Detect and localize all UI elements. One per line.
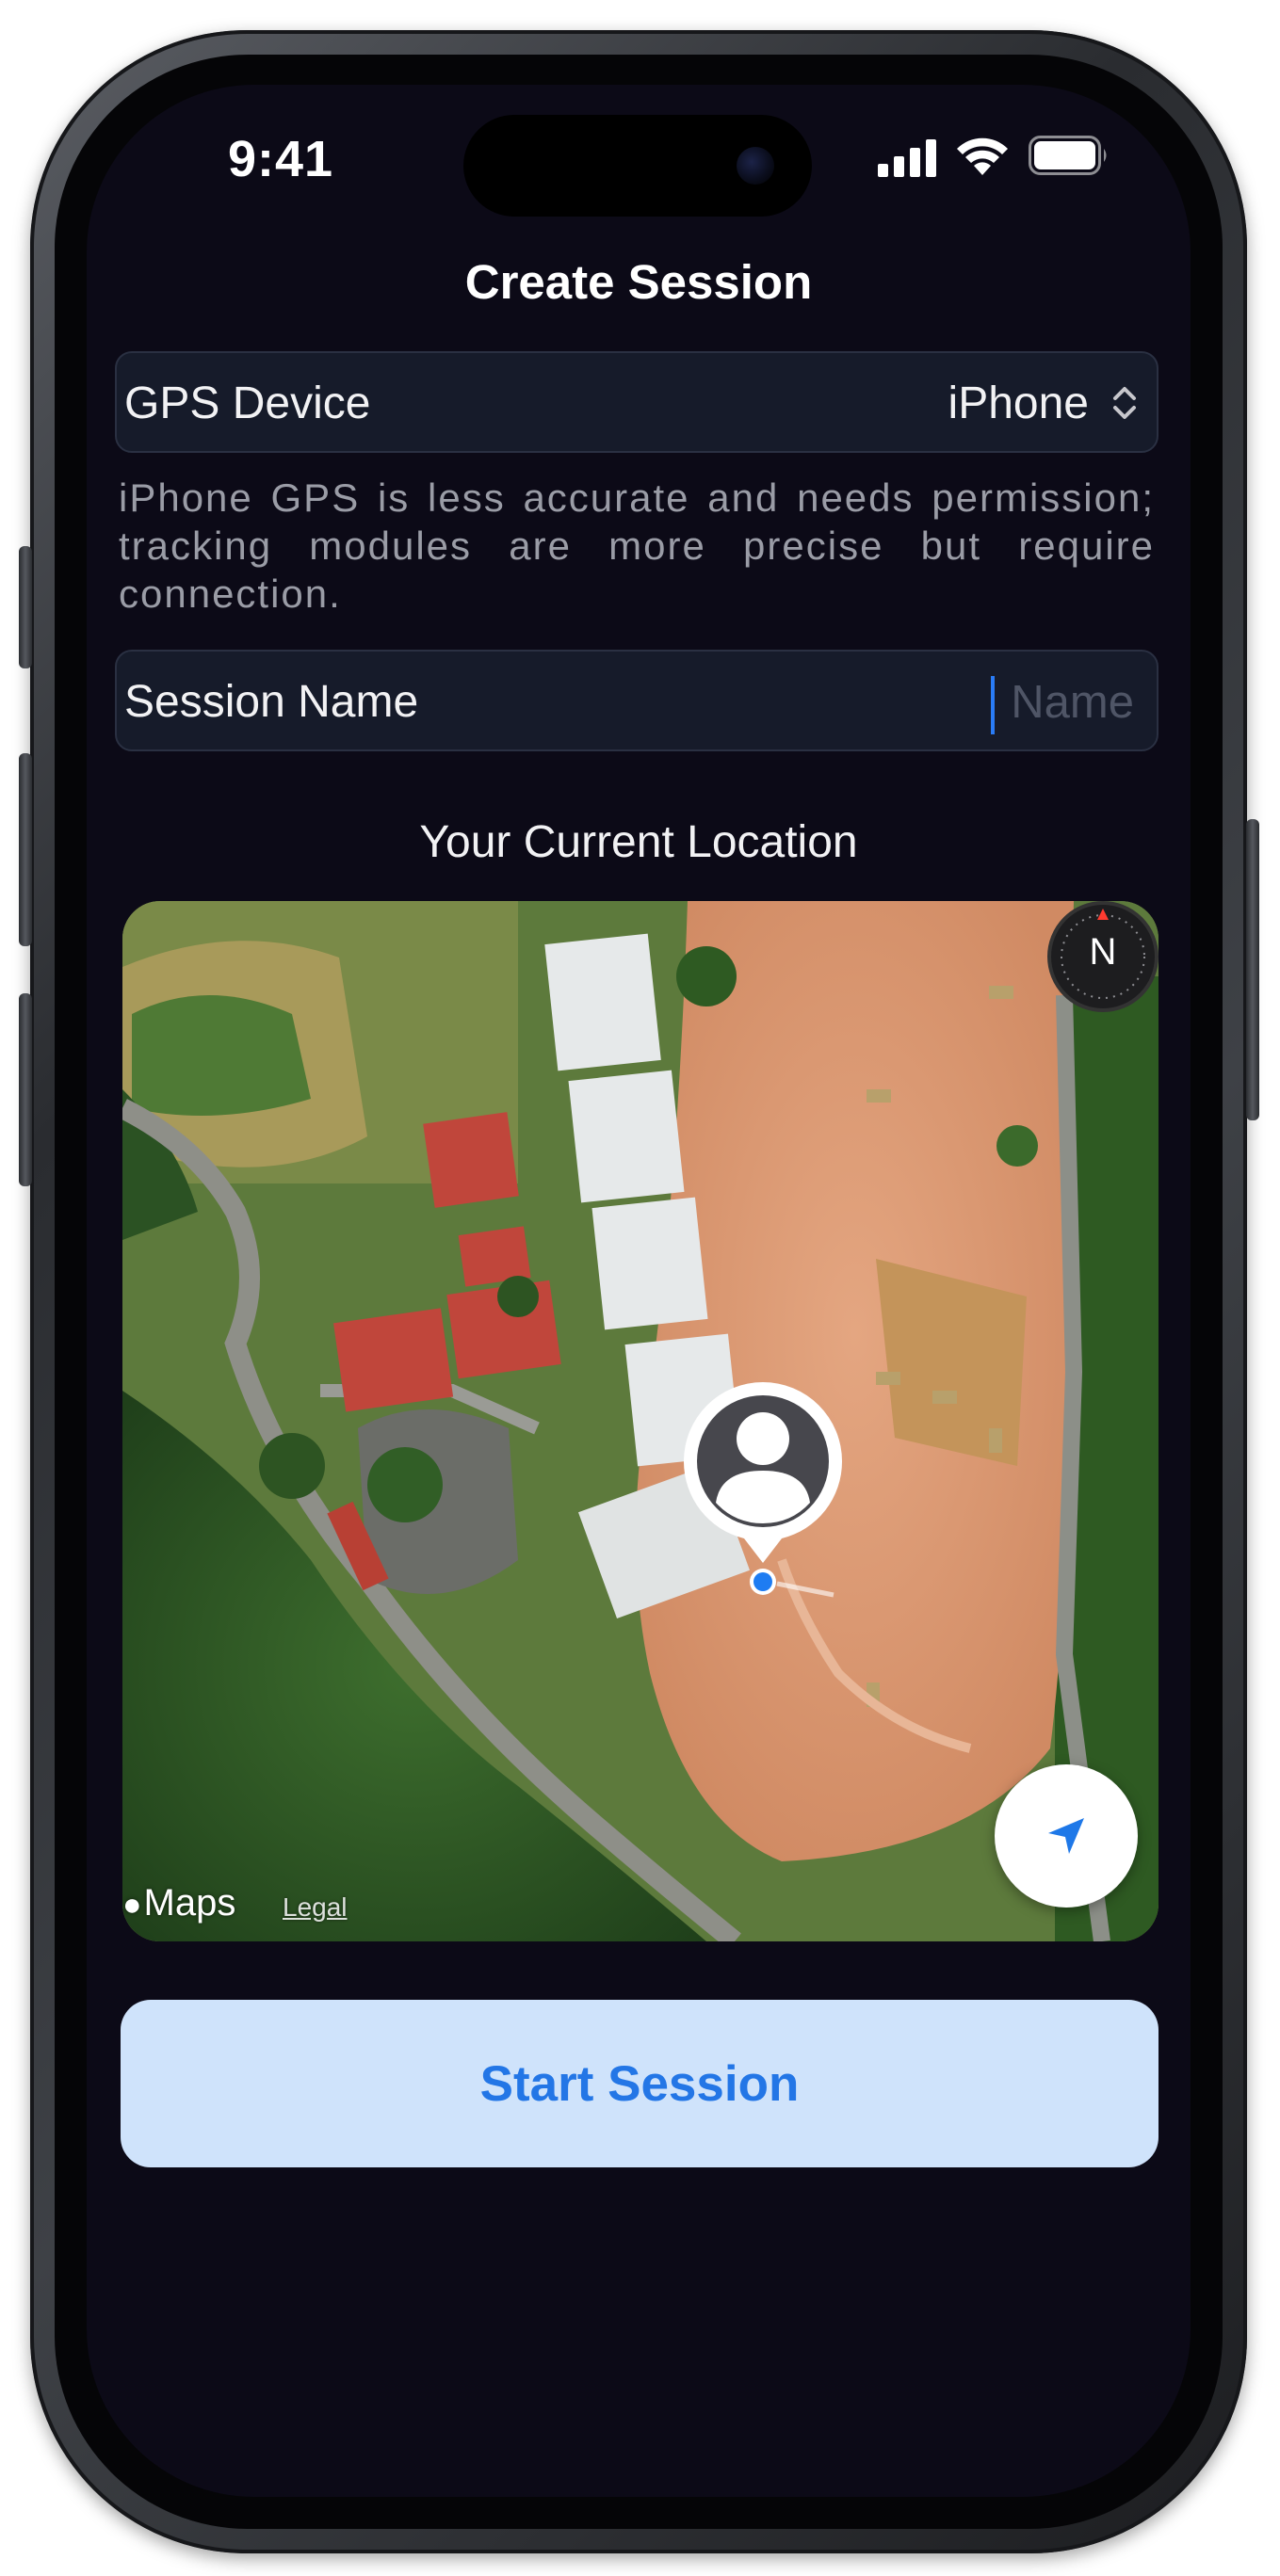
current-location-button[interactable] [995, 1764, 1138, 1908]
start-session-button[interactable]: Start Session [121, 2000, 1158, 2167]
compass-icon[interactable]: N [1047, 901, 1158, 1012]
satellite-imagery [122, 901, 1158, 1941]
map-view[interactable]: N ●Maps Legal [122, 901, 1158, 1941]
gps-device-picker[interactable]: GPS Device iPhone [115, 351, 1158, 453]
current-location-title: Your Current Location [419, 817, 858, 867]
status-time: 9:41 [228, 131, 334, 187]
maps-attribution: ●Maps [122, 1882, 235, 1924]
gps-helper-text: iPhone GPS is less accurate and needs pe… [119, 475, 1155, 616]
user-location-pin-icon[interactable] [673, 1377, 852, 1602]
legal-link[interactable]: Legal [283, 1892, 348, 1923]
action-button [19, 546, 32, 668]
battery-icon [1029, 136, 1107, 175]
chevron-up-down-icon [1113, 387, 1136, 419]
volume-down-button [19, 993, 32, 1186]
volume-up-button [19, 753, 32, 946]
session-name-input[interactable] [908, 672, 1134, 733]
session-name-row: Session Name [115, 650, 1158, 751]
apple-logo-icon: ● [122, 1887, 142, 1923]
power-button [1246, 819, 1259, 1120]
gps-device-label: GPS Device [124, 378, 371, 428]
app-screen: 9:41 Create Session GPS Device iPhone iP… [87, 85, 1191, 2497]
page-title: Create Session [464, 255, 813, 309]
wifi-icon [957, 137, 1008, 175]
maps-brand-label: Maps [143, 1882, 236, 1924]
front-camera [737, 147, 774, 185]
location-arrow-icon [1048, 1818, 1084, 1854]
session-name-label: Session Name [124, 677, 419, 727]
compass-north-label: N [1089, 931, 1117, 973]
signal-icon [878, 139, 936, 177]
gps-device-value[interactable]: iPhone [948, 378, 1089, 429]
